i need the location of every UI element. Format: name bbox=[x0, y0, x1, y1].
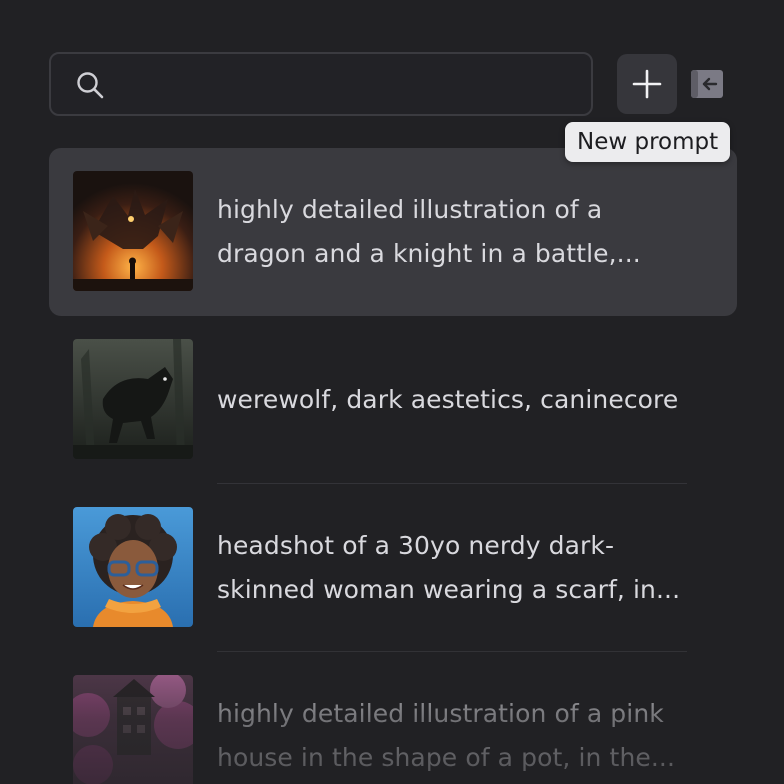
collapse-sidebar-button[interactable] bbox=[690, 69, 724, 99]
prompt-line: headshot of a 30yo nerdy dark- bbox=[217, 531, 615, 560]
prompt-item[interactable]: headshot of a 30yo nerdy dark- skinned w… bbox=[49, 484, 737, 652]
prompt-item[interactable]: werewolf, dark aestetics, caninecore bbox=[49, 316, 737, 484]
plus-icon bbox=[632, 69, 662, 99]
search-box[interactable] bbox=[49, 52, 593, 116]
prompt-text: highly detailed illustration of a pink h… bbox=[217, 652, 709, 784]
prompt-text: highly detailed illustration of a dragon… bbox=[217, 148, 709, 316]
prompt-text: werewolf, dark aestetics, caninecore bbox=[217, 316, 709, 484]
pink-house-thumbnail bbox=[73, 675, 193, 784]
collapse-left-icon bbox=[691, 70, 723, 98]
prompt-item[interactable]: highly detailed illustration of a pink h… bbox=[49, 652, 737, 784]
prompt-line: dragon and a knight in a battle,... bbox=[217, 239, 641, 268]
prompt-line: skinned woman wearing a scarf, in... bbox=[217, 575, 681, 604]
prompt-history-panel: highly detailed illustration of a dragon… bbox=[0, 0, 784, 784]
new-prompt-button[interactable] bbox=[617, 54, 677, 114]
prompt-line: werewolf, dark aestetics, caninecore bbox=[217, 385, 679, 414]
search-icon bbox=[77, 72, 104, 99]
prompt-text: headshot of a 30yo nerdy dark- skinned w… bbox=[217, 484, 709, 652]
prompt-item[interactable]: highly detailed illustration of a dragon… bbox=[49, 148, 737, 316]
werewolf-thumbnail bbox=[73, 339, 193, 459]
search-input[interactable] bbox=[119, 54, 579, 114]
new-prompt-tooltip: New prompt bbox=[565, 122, 731, 162]
prompt-line: highly detailed illustration of a pink bbox=[217, 699, 664, 728]
woman-portrait-thumbnail bbox=[73, 507, 193, 627]
dragon-thumbnail bbox=[73, 171, 193, 291]
prompt-line: highly detailed illustration of a bbox=[217, 195, 603, 224]
prompt-line: house in the shape of a pot, in the... bbox=[217, 743, 676, 772]
